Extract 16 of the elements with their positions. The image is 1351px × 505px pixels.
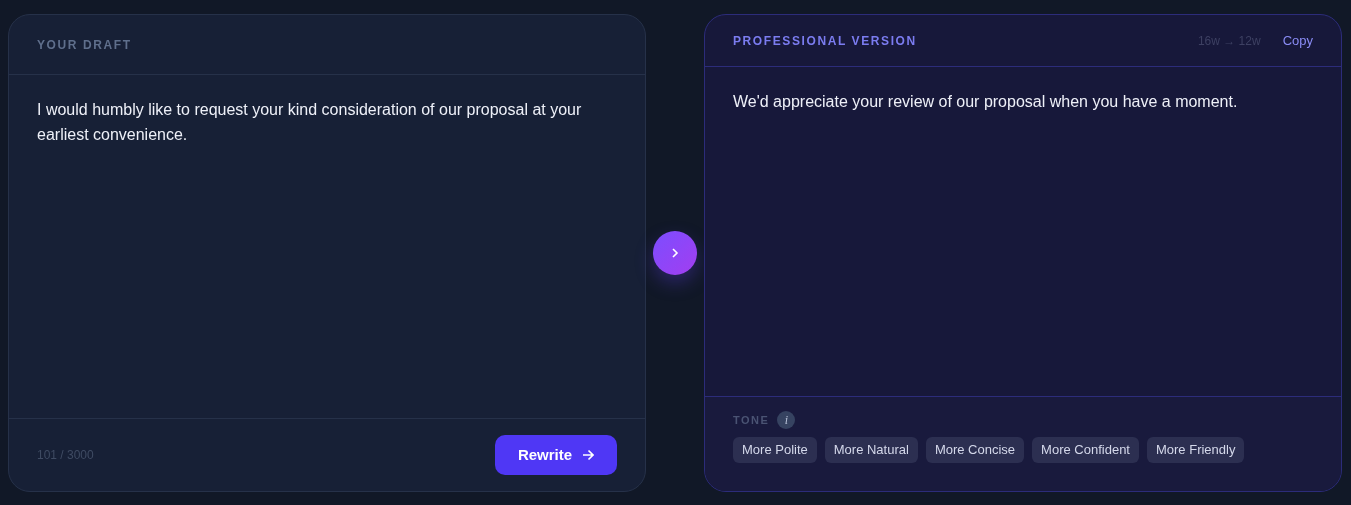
copy-button[interactable]: Copy (1282, 30, 1313, 51)
arrow-icon (582, 449, 595, 461)
tone-chip[interactable]: More Concise (925, 437, 1025, 463)
next-button[interactable] (653, 231, 697, 275)
panel-title: YOUR DRAFT (37, 36, 132, 54)
tone-chip[interactable]: More Natural (824, 437, 918, 463)
tone-chip[interactable]: More Confident (1032, 437, 1139, 463)
chevron-icon (671, 248, 679, 258)
tone-chip[interactable]: More Friendly (1147, 437, 1245, 463)
panel-title: PROFESSIONAL VERSION (733, 32, 917, 50)
draft-text[interactable]: I would humbly like to request your kind consideration of our proposal at your earliest convenience. (37, 97, 617, 147)
result-text: We'd appreciate your review of our proposal when you have a moment. (733, 92, 1239, 112)
info-icon[interactable]: i (777, 411, 796, 429)
tone-chip[interactable]: More Polite (733, 437, 817, 463)
tone-label: TONE (733, 412, 770, 428)
rewrite-button[interactable]: Rewrite (495, 435, 617, 475)
